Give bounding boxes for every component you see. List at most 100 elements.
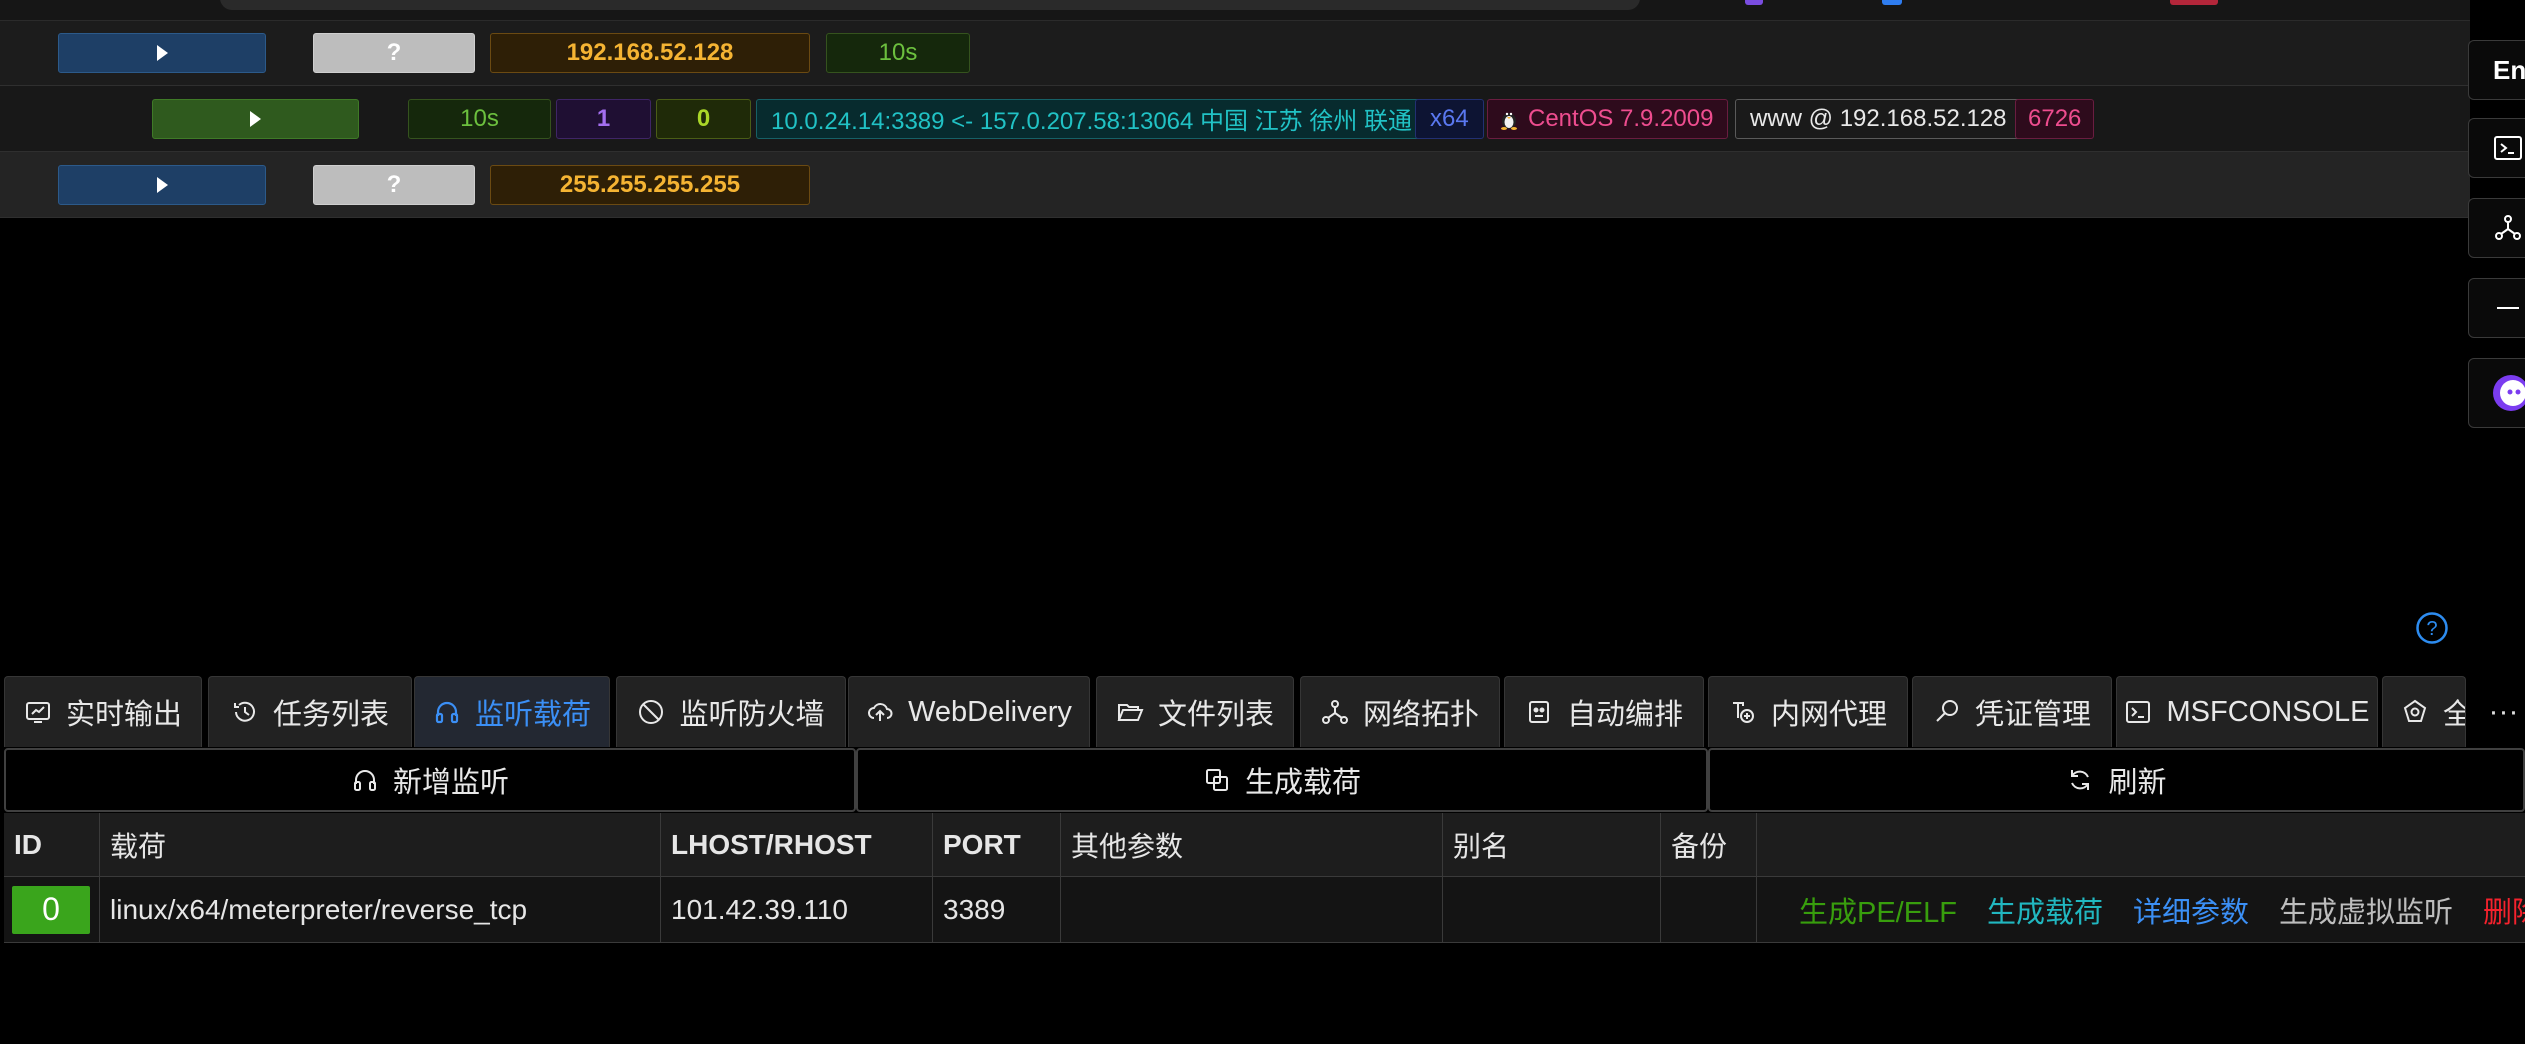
generate-payload-button[interactable]: 生成载荷 [856,748,1708,812]
session-row[interactable]: ? 255.255.255.255 [0,152,2470,218]
top-toolbar-strip [0,0,2470,21]
minimize-button[interactable] [2468,278,2525,338]
interval-badge: 10s [408,98,551,139]
generate-payload-link[interactable]: 生成载荷 [1987,889,2103,931]
proxy-icon [1732,702,1754,723]
topology-button[interactable] [2468,198,2525,258]
tab-label: 实时输出 [65,699,182,731]
headphones-icon [435,701,459,724]
tab-task-list[interactable]: 任务列表 [208,676,412,747]
session-row[interactable]: ? 192.168.52.128 10s [0,21,2470,86]
refresh-label: 刷新 [2108,767,2167,799]
tab-network-topology[interactable]: 网络拓扑 [1300,676,1500,747]
id-badge: 0 [12,885,90,934]
header-port: PORT [933,813,1061,876]
topology-icon [2495,215,2521,240]
os-label: CentOS 7.9.2009 [1528,104,1714,132]
help-icon[interactable]: ? [2415,611,2449,645]
tab-settings[interactable]: 全 [2382,676,2466,747]
tab-file-list[interactable]: 文件列表 [1096,676,1294,747]
run-button[interactable] [152,98,359,139]
connection-badge: 10.0.24.14:3389 <- 157.0.207.58:13064 中国… [756,98,1428,139]
language-label: En [2493,54,2525,85]
cell-other-params [1061,877,1443,942]
tab-label: WebDelivery [908,695,1072,728]
header-other-params: 其他参数 [1061,813,1443,876]
tab-msfconsole[interactable]: MSFCONSOLE [2116,676,2378,747]
history-icon [233,701,255,722]
header-note: 备份 [1661,813,1757,876]
header-payload: 载荷 [100,813,661,876]
tab-label: 监听防火墙 [679,699,825,731]
tab-overflow-button[interactable]: ··· [2482,676,2525,747]
interval-badge: 10s [826,33,970,73]
generate-pe-elf-link[interactable]: 生成PE/ELF [1799,889,1957,931]
tab-label: 监听载荷 [474,699,591,731]
play-icon [156,45,168,61]
key-search-icon [1936,700,1958,722]
os-badge: CentOS 7.9.2009 [1487,98,1729,139]
table-header-row: ID 载荷 LHOST/RHOST PORT 其他参数 别名 备份 [4,813,2525,877]
cell-note [1661,877,1757,942]
generate-payload-label: 生成载荷 [1244,767,1361,799]
stop-icon [639,700,664,724]
cell-lhost: 101.42.39.110 [661,877,933,942]
count-badge: 0 [656,98,751,139]
cell-id: 0 [4,877,100,942]
linux-icon [1501,112,1517,130]
host-ip-badge: 192.168.52.128 [490,33,810,73]
host-ip-badge: 255.255.255.255 [490,164,810,205]
assistant-avatar-icon [2493,375,2525,411]
run-button[interactable] [58,33,266,73]
svg-text:?: ? [2426,618,2437,640]
delete-link[interactable]: 删除 [2483,889,2525,931]
table-row: 0 linux/x64/meterpreter/reverse_tcp 101.… [4,877,2525,943]
tab-realtime-output[interactable]: 实时输出 [4,676,202,747]
terminal-button[interactable] [2468,118,2525,178]
tab-label: 任务列表 [272,699,389,731]
tab-listener-firewall[interactable]: 监听防火墙 [616,676,846,747]
tab-intranet-proxy[interactable]: 内网代理 [1708,676,1908,747]
blue-indicator [1882,0,1902,5]
assistant-button[interactable] [2468,358,2525,428]
add-listener-button[interactable]: 新增监听 [4,748,856,812]
header-id: ID [4,813,100,876]
generate-virtual-listener-link[interactable]: 生成虚拟监听 [2279,889,2453,931]
tab-label: MSFCONSOLE [2166,695,2370,728]
tab-label: 全 [2443,691,2465,733]
header-operations [1757,813,2525,876]
copy-icon [1205,769,1228,791]
purple-indicator [1745,0,1763,5]
listener-table: ID 载荷 LHOST/RHOST PORT 其他参数 别名 备份 0 linu… [4,813,2525,943]
tab-label: 文件列表 [1157,699,1274,731]
run-button[interactable] [58,164,266,205]
arch-badge: x64 [1415,98,1484,139]
tab-webdelivery[interactable]: WebDelivery [848,676,1090,747]
minus-icon [2497,307,2519,309]
terminal-icon [2494,136,2522,160]
headphones-icon [353,770,376,791]
pid-badge: 6726 [2015,98,2095,139]
header-lhost: LHOST/RHOST [661,813,933,876]
cell-payload: linux/x64/meterpreter/reverse_tcp [100,877,661,942]
tab-credential-management[interactable]: 凭证管理 [1912,676,2112,747]
refresh-icon [2071,770,2090,790]
language-button[interactable]: En [2468,40,2525,100]
terminal-icon [2126,701,2151,723]
tab-label: 自动编排 [1566,699,1683,731]
tab-listener-payload[interactable]: 监听载荷 [414,676,610,747]
detail-params-link[interactable]: 详细参数 [2133,889,2249,931]
settings-icon [2403,699,2427,722]
folder-open-icon [1117,704,1144,721]
play-icon [156,176,168,193]
cell-port: 3389 [933,877,1061,942]
header-alias: 别名 [1443,813,1661,876]
session-row[interactable]: 10s 1 0 10.0.24.14:3389 <- 157.0.207.58:… [0,86,2470,152]
refresh-button[interactable]: 刷新 [1708,748,2525,812]
top-search-bar[interactable] [220,0,1640,10]
tab-bar: 实时输出 任务列表 监听载荷 监听防火墙 WebDelivery 文件列表 网络… [0,676,2525,748]
cell-alias [1443,877,1661,942]
tab-label: 网络拓扑 [1362,699,1479,731]
red-indicator [2170,0,2218,5]
tab-auto-orchestration[interactable]: 自动编排 [1504,676,1704,747]
